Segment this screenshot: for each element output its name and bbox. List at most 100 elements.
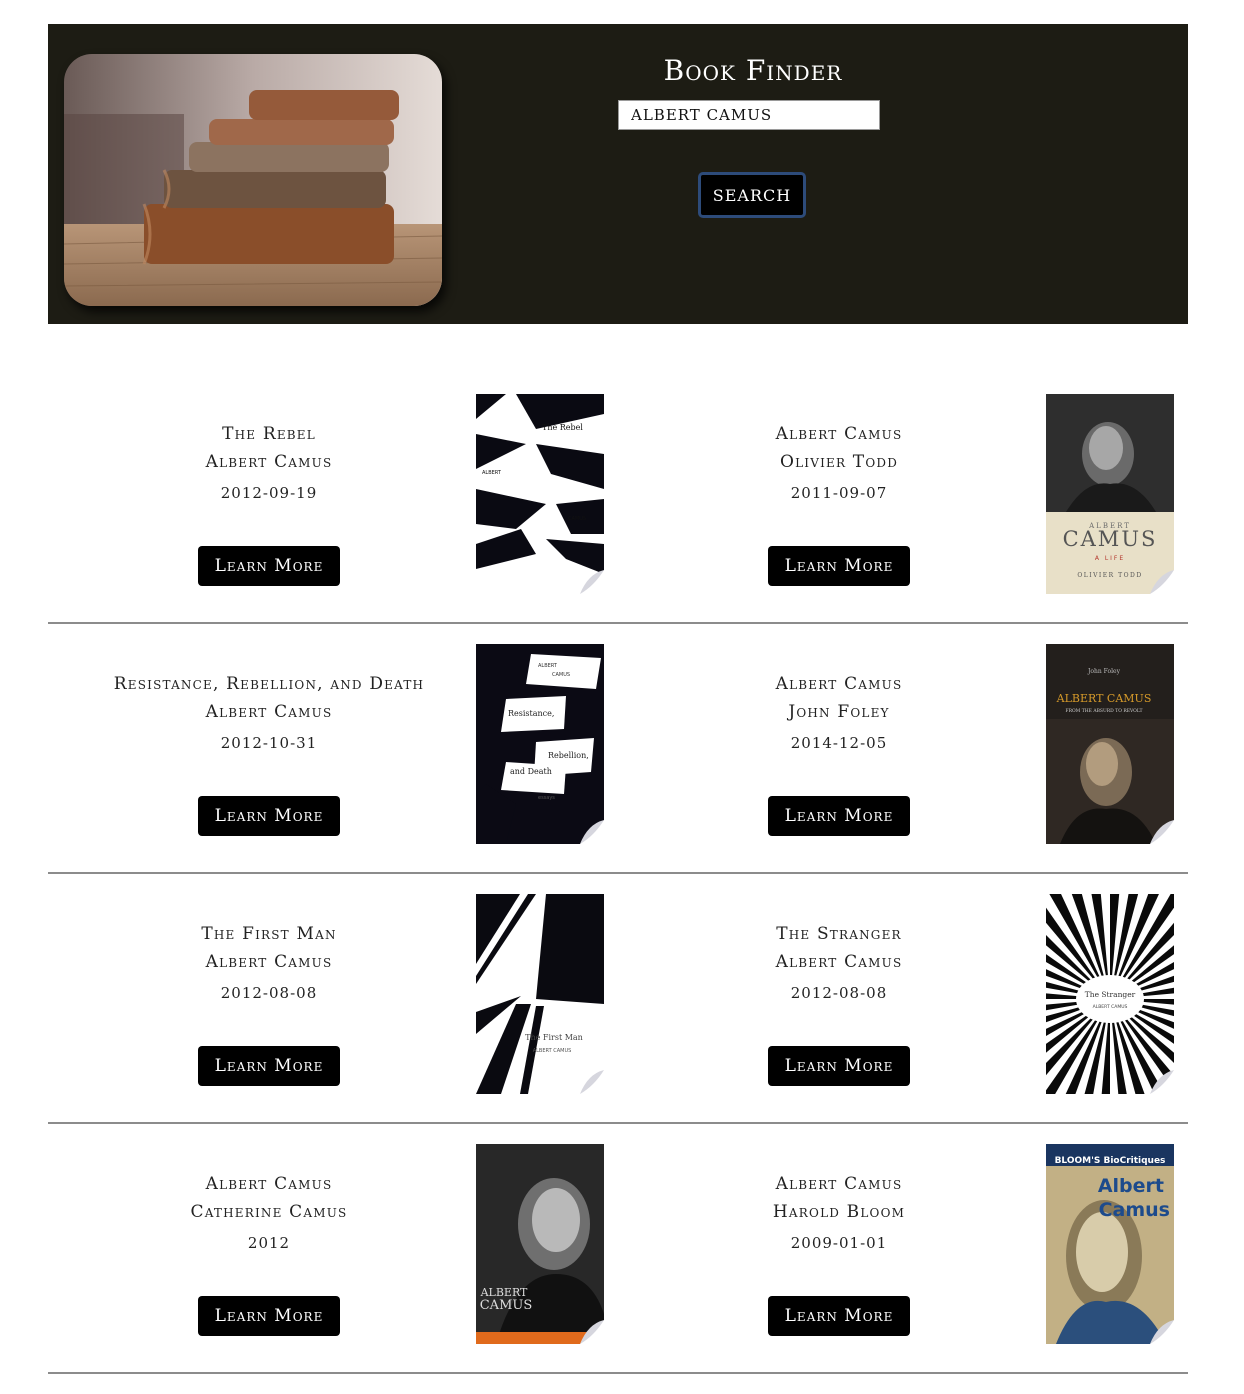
- book-date: 2012-08-08: [220, 984, 318, 1002]
- learn-more-button[interactable]: Learn More: [198, 1046, 340, 1086]
- site-title-text: Book Finder: [663, 54, 843, 87]
- learn-more-button[interactable]: Learn More: [768, 796, 910, 836]
- row-divider: [48, 622, 1188, 624]
- cover-title: The First Man: [525, 1033, 583, 1042]
- book-author: Harold Bloom: [772, 1202, 906, 1222]
- book-cover[interactable]: ALBERT CAMUS A LIFE OLIVIER TODD: [1046, 394, 1174, 594]
- learn-more-button[interactable]: Learn More: [768, 1296, 910, 1336]
- book-author: Catherine Camus: [190, 1202, 348, 1222]
- book-title: The Rebel: [222, 424, 316, 444]
- cover-author: ALBERT CAMUS: [1093, 1004, 1128, 1010]
- book-card: Albert Camus Catherine Camus 2012 Learn …: [48, 1144, 618, 1344]
- learn-more-button[interactable]: Learn More: [768, 546, 910, 586]
- book-author: Albert Camus: [205, 452, 333, 472]
- book-cover[interactable]: BLOOM'S BioCritiques Albert Camus: [1046, 1144, 1174, 1344]
- cover-title: ALBERT CAMUS: [1056, 692, 1152, 705]
- results-row: Albert Camus Catherine Camus 2012 Learn …: [48, 1144, 1188, 1394]
- book-card: Resistance, Rebellion, and Death Albert …: [48, 644, 618, 844]
- cover-title-last: Camus: [1099, 1199, 1170, 1221]
- book-cover[interactable]: The First Man ALBERT CAMUS: [476, 894, 604, 1094]
- book-date: 2011-09-07: [790, 484, 888, 502]
- search-input[interactable]: [618, 100, 880, 130]
- cover-author: ALBERT CAMUS: [533, 1048, 572, 1054]
- row-divider: [48, 1122, 1188, 1124]
- hero-books-image: [64, 54, 442, 306]
- cover-author-first: ALBERT: [538, 663, 558, 669]
- page-curl-icon: [580, 1320, 604, 1344]
- book-info: The Stranger Albert Camus 2012-08-08: [618, 920, 1060, 1010]
- book-card: The Stranger Albert Camus 2012-08-08 Lea…: [618, 894, 1188, 1094]
- cover-author: John Foley: [1087, 668, 1121, 675]
- book-date: 2012: [247, 1234, 291, 1252]
- book-date: 2012-10-31: [220, 734, 318, 752]
- cover-title: CAMUS: [1063, 527, 1158, 551]
- page-curl-icon: [580, 820, 604, 844]
- book-info: Resistance, Rebellion, and Death Albert …: [48, 670, 490, 760]
- book-card: The First Man Albert Camus 2012-08-08 Le…: [48, 894, 618, 1094]
- cover-title: The Rebel: [542, 423, 583, 432]
- book-author: John Foley: [788, 702, 890, 722]
- cover-author-last: CAMUS: [480, 1298, 533, 1313]
- book-date: 2012-08-08: [790, 984, 888, 1002]
- learn-more-button[interactable]: Learn More: [198, 1296, 340, 1336]
- book-title: The Stranger: [776, 924, 902, 944]
- book-info: Albert Camus Olivier Todd 2011-09-07: [618, 420, 1060, 510]
- cover-author: OLIVIER TODD: [1077, 572, 1142, 579]
- book-title: Albert Camus: [775, 1174, 903, 1194]
- cover-title-first: Albert: [1098, 1175, 1164, 1197]
- cover-subtitle: FROM THE ABSURD TO REVOLT: [1065, 708, 1142, 714]
- row-divider: [48, 872, 1188, 874]
- book-info: The First Man Albert Camus 2012-08-08: [48, 920, 490, 1010]
- page-curl-icon: [1150, 820, 1174, 844]
- book-cover[interactable]: The Stranger ALBERT CAMUS: [1046, 894, 1174, 1094]
- results-row: The Rebel Albert Camus 2012-09-19 Learn …: [48, 394, 1188, 644]
- book-date: 2014-12-05: [790, 734, 888, 752]
- book-date: 2009-01-01: [790, 1234, 888, 1252]
- learn-more-button[interactable]: Learn More: [198, 796, 340, 836]
- cover-subtitle: essays: [538, 795, 555, 801]
- cover-subtitle: A LIFE: [1095, 555, 1125, 562]
- cover-title: The Stranger: [1085, 990, 1136, 999]
- book-title: Albert Camus: [775, 674, 903, 694]
- page-curl-icon: [1150, 1070, 1174, 1094]
- page-curl-icon: [580, 1070, 604, 1094]
- page-curl-icon: [1150, 1320, 1174, 1344]
- learn-more-button[interactable]: Learn More: [198, 546, 340, 586]
- book-card: Albert Camus Harold Bloom 2009-01-01 Lea…: [618, 1144, 1188, 1344]
- page-curl-icon: [1150, 570, 1174, 594]
- learn-more-button[interactable]: Learn More: [768, 1046, 910, 1086]
- book-title: Albert Camus: [775, 424, 903, 444]
- book-author: Olivier Todd: [779, 452, 899, 472]
- results-row: The First Man Albert Camus 2012-08-08 Le…: [48, 894, 1188, 1144]
- book-card: Albert Camus Olivier Todd 2011-09-07 Lea…: [618, 394, 1188, 594]
- row-divider: [48, 1372, 1188, 1374]
- cover-author-last: CAMUS: [568, 516, 586, 522]
- search-button[interactable]: SEARCH: [698, 172, 806, 218]
- book-info: Albert Camus Harold Bloom 2009-01-01: [618, 1170, 1060, 1260]
- book-author: Albert Camus: [205, 702, 333, 722]
- cover-title-2: Rebellion,: [548, 751, 589, 760]
- page-header: Book Finder SEARCH: [48, 24, 1188, 324]
- results-row: Resistance, Rebellion, and Death Albert …: [48, 644, 1188, 894]
- book-card: Albert Camus John Foley 2014-12-05 Learn…: [618, 644, 1188, 844]
- book-title: Albert Camus: [205, 1174, 333, 1194]
- book-info: Albert Camus John Foley 2014-12-05: [618, 670, 1060, 760]
- book-info: Albert Camus Catherine Camus 2012: [48, 1170, 490, 1260]
- book-cover[interactable]: The Rebel ALBERT CAMUS: [476, 394, 604, 594]
- book-cover[interactable]: ALBERT CAMUS Resistance, Rebellion, and …: [476, 644, 604, 844]
- page-curl-icon: [580, 570, 604, 594]
- book-author: Albert Camus: [205, 952, 333, 972]
- site-title: Book Finder: [48, 54, 1244, 87]
- results-list: The Rebel Albert Camus 2012-09-19 Learn …: [48, 394, 1188, 1394]
- cover-title-3: and Death: [510, 767, 552, 776]
- book-cover[interactable]: ALBERT CAMUS: [476, 1144, 604, 1344]
- book-author: Albert Camus: [775, 952, 903, 972]
- cover-author-last: CAMUS: [552, 672, 570, 678]
- cover-title-1: Resistance,: [508, 709, 554, 718]
- book-date: 2012-09-19: [220, 484, 318, 502]
- book-title: The First Man: [201, 924, 337, 944]
- book-title: Resistance, Rebellion, and Death: [113, 674, 425, 694]
- book-card: The Rebel Albert Camus 2012-09-19 Learn …: [48, 394, 618, 594]
- book-cover[interactable]: John Foley ALBERT CAMUS FROM THE ABSURD …: [1046, 644, 1174, 844]
- cover-series: BLOOM'S BioCritiques: [1055, 1156, 1166, 1166]
